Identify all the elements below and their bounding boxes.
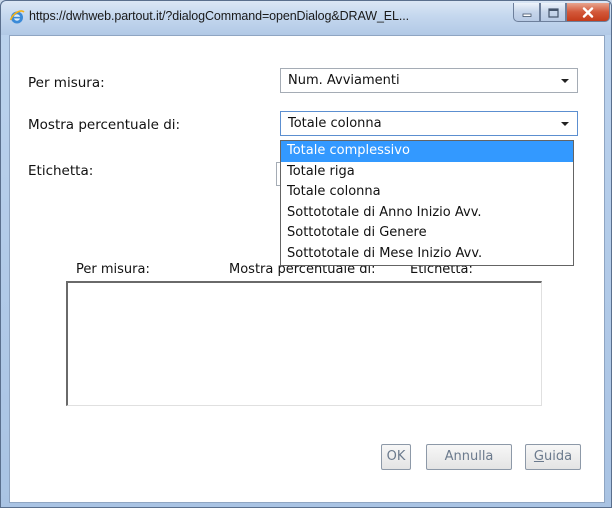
- dropdown-option[interactable]: Sottototale di Genere: [281, 223, 573, 244]
- ie-icon: [9, 9, 25, 25]
- column-header-measure: Per misura:: [76, 262, 150, 277]
- maximize-icon: [547, 3, 559, 22]
- dropdown-option[interactable]: Totale riga: [281, 162, 573, 183]
- dropdown-option[interactable]: Totale colonna: [281, 182, 573, 203]
- maximize-button[interactable]: [540, 3, 566, 22]
- percent-select-value: Totale colonna: [288, 116, 382, 131]
- minimize-icon: [522, 3, 532, 22]
- measures-list[interactable]: [66, 281, 542, 406]
- ok-button[interactable]: OK: [381, 444, 411, 470]
- dropdown-option[interactable]: Totale complessivo: [281, 141, 573, 162]
- chevron-down-icon: [561, 79, 569, 83]
- minimize-button[interactable]: [513, 3, 540, 22]
- dialog-window: https://dwhweb.partout.it/?dialogCommand…: [0, 0, 612, 508]
- measure-select-value: Num. Avviamenti: [288, 73, 400, 88]
- measure-label: Per misura:: [28, 75, 105, 91]
- help-mnemonic: G: [533, 449, 544, 464]
- dialog-content: Per misura: Num. Avviamenti Mostra perce…: [9, 35, 605, 503]
- window-title: https://dwhweb.partout.it/?dialogCommand…: [29, 9, 410, 23]
- close-button[interactable]: [566, 3, 610, 22]
- percent-select[interactable]: Totale colonna: [280, 111, 578, 136]
- help-button[interactable]: Guida: [525, 444, 581, 470]
- chevron-down-icon: [561, 122, 569, 126]
- percent-label: Mostra percentuale di:: [28, 117, 181, 133]
- close-icon: [582, 3, 594, 22]
- percent-dropdown-list[interactable]: Totale complessivo Totale riga Totale co…: [280, 140, 574, 266]
- tag-label: Etichetta:: [28, 163, 94, 179]
- help-label-rest: uida: [544, 449, 573, 464]
- dropdown-option[interactable]: Sottototale di Anno Inizio Avv.: [281, 203, 573, 224]
- dropdown-option[interactable]: Sottototale di Mese Inizio Avv.: [281, 244, 573, 265]
- cancel-button[interactable]: Annulla: [426, 444, 512, 470]
- measure-select[interactable]: Num. Avviamenti: [280, 68, 578, 93]
- title-bar[interactable]: https://dwhweb.partout.it/?dialogCommand…: [1, 1, 611, 35]
